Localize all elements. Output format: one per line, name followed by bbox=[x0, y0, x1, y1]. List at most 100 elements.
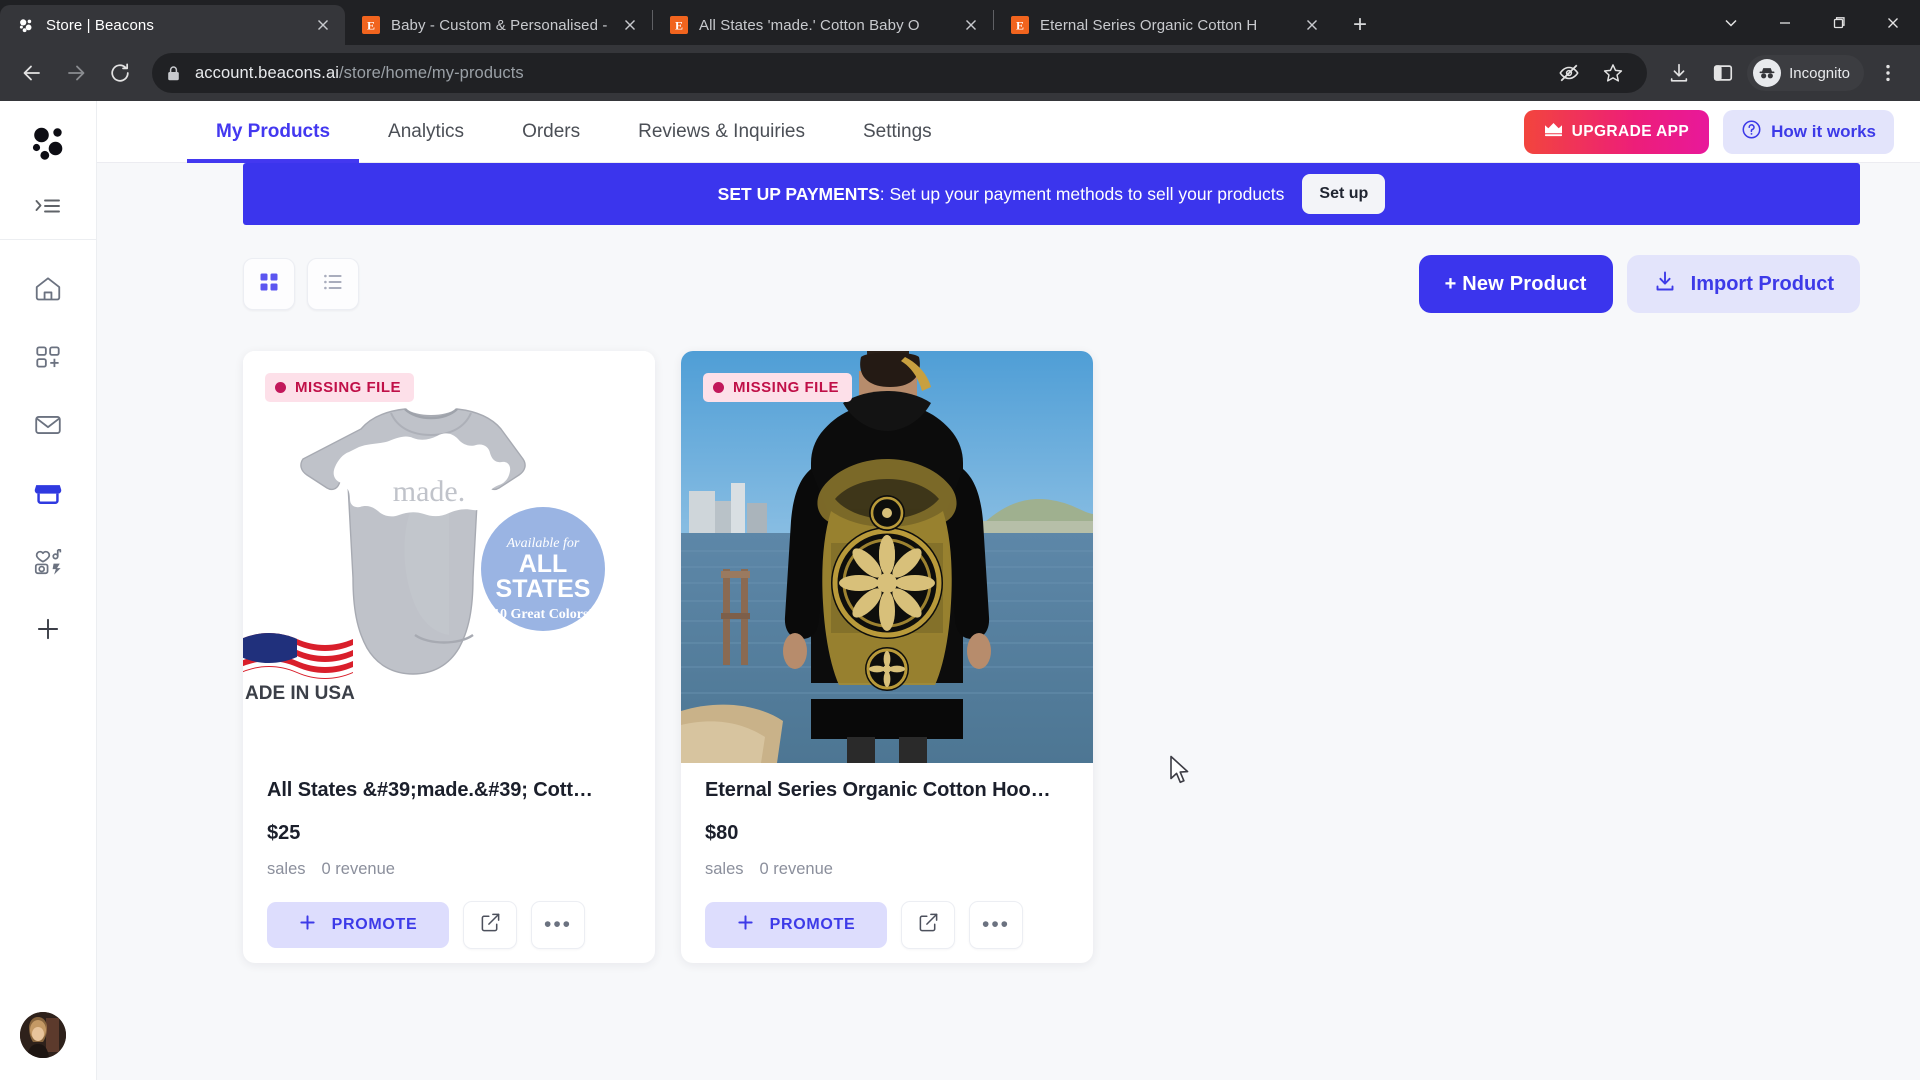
grid-view-button[interactable] bbox=[243, 258, 295, 310]
address-bar[interactable]: account.beacons.ai/store/home/my-product… bbox=[152, 53, 1648, 93]
bookmark-star-icon[interactable] bbox=[1593, 53, 1633, 93]
banner-text: SET UP PAYMENTS: Set up your payment met… bbox=[718, 184, 1285, 205]
product-title: All States &#39;made.&#39; Cott… bbox=[267, 779, 593, 801]
new-product-button[interactable]: + New Product bbox=[1418, 255, 1613, 313]
home-icon bbox=[33, 274, 63, 309]
revenue-label: 0 revenue bbox=[759, 860, 833, 878]
tab-analytics[interactable]: Analytics bbox=[359, 101, 493, 163]
open-product-button[interactable] bbox=[901, 901, 955, 949]
mail-icon bbox=[33, 410, 63, 445]
omnibox-actions bbox=[1549, 53, 1633, 93]
product-card[interactable]: MISSING FILE bbox=[681, 351, 1093, 963]
product-price: $25 bbox=[267, 822, 301, 844]
side-panel-icon[interactable] bbox=[1703, 53, 1743, 93]
product-info: Eternal Series Organic Cotton Hoo… $80 s… bbox=[681, 763, 1093, 879]
sidebar-item-media-kit[interactable] bbox=[25, 540, 71, 586]
profile-incognito-button[interactable]: Incognito bbox=[1747, 55, 1864, 91]
close-icon[interactable] bbox=[1300, 13, 1324, 37]
browser-tab-2[interactable]: E Baby - Custom & Personalised - bbox=[345, 5, 652, 45]
maximize-icon[interactable] bbox=[1812, 0, 1866, 45]
banner-title: SET UP PAYMENTS bbox=[717, 183, 880, 204]
lock-icon bbox=[166, 65, 181, 82]
how-it-works-button[interactable]: How it works bbox=[1723, 109, 1894, 154]
url-domain: account.beacons.ai bbox=[195, 63, 339, 82]
status-badge-label: MISSING FILE bbox=[295, 379, 402, 396]
sidebar-item-blocks[interactable] bbox=[25, 336, 71, 382]
profile-label: Incognito bbox=[1789, 64, 1850, 82]
product-stats: sales 0 revenue bbox=[267, 860, 631, 879]
import-product-button[interactable]: Import Product bbox=[1626, 255, 1860, 313]
upgrade-app-button[interactable]: UPGRADE APP bbox=[1523, 109, 1710, 154]
forward-arrow-icon[interactable] bbox=[56, 53, 96, 93]
product-image[interactable]: MISSING FILE bbox=[243, 351, 655, 763]
set-up-button[interactable]: Set up bbox=[1302, 174, 1386, 214]
open-product-button[interactable] bbox=[463, 901, 517, 949]
nav-tabs: My Products Analytics Orders Reviews & I… bbox=[187, 101, 961, 163]
media-kit-icon bbox=[33, 546, 63, 581]
product-card[interactable]: MISSING FILE bbox=[243, 351, 655, 963]
window-controls bbox=[1704, 0, 1920, 45]
products-toolbar: + New Product Import Product bbox=[243, 255, 1860, 313]
product-image[interactable]: MISSING FILE bbox=[681, 351, 1093, 763]
chrome-menu-icon[interactable] bbox=[1868, 53, 1908, 93]
hoodie-product-photo bbox=[681, 351, 1093, 763]
url-text: account.beacons.ai/store/home/my-product… bbox=[195, 64, 524, 83]
incognito-icon bbox=[1753, 59, 1782, 87]
tracking-protection-icon[interactable] bbox=[1549, 53, 1589, 93]
downloads-icon[interactable] bbox=[1659, 53, 1699, 93]
plus-icon bbox=[299, 914, 316, 936]
product-info: All States &#39;made.&#39; Cott… $25 sal… bbox=[243, 763, 655, 879]
plus-icon bbox=[33, 614, 63, 649]
close-window-icon[interactable] bbox=[1866, 0, 1920, 45]
more-options-button[interactable]: ••• bbox=[531, 901, 585, 949]
new-tab-button[interactable]: + bbox=[1340, 5, 1380, 45]
more-options-button[interactable]: ••• bbox=[969, 901, 1023, 949]
revenue-label: 0 revenue bbox=[321, 860, 395, 878]
status-dot-icon bbox=[713, 382, 724, 393]
more-options-icon: ••• bbox=[543, 913, 573, 936]
close-icon[interactable] bbox=[311, 13, 335, 37]
etsy-icon: E bbox=[1010, 15, 1030, 35]
browser-tab-4[interactable]: E Eternal Series Organic Cotton H bbox=[994, 5, 1334, 45]
tab-reviews-inquiries[interactable]: Reviews & Inquiries bbox=[609, 101, 834, 163]
upgrade-app-label: UPGRADE APP bbox=[1571, 122, 1690, 140]
status-badge: MISSING FILE bbox=[703, 373, 853, 402]
promote-label: PROMOTE bbox=[331, 916, 418, 933]
reload-icon[interactable] bbox=[100, 53, 140, 93]
tab-search-chevron-icon[interactable] bbox=[1704, 0, 1758, 45]
tab-my-products[interactable]: My Products bbox=[187, 101, 360, 163]
product-grid: MISSING FILE made. Available for ALL STA… bbox=[243, 351, 1860, 963]
minimize-icon[interactable] bbox=[1758, 0, 1812, 45]
svg-text:ADE IN USA: ADE IN USA bbox=[245, 683, 355, 704]
browser-tab-3[interactable]: E All States 'made.' Cotton Baby O bbox=[653, 5, 993, 45]
tab-settings[interactable]: Settings bbox=[834, 101, 961, 163]
list-view-icon bbox=[323, 272, 343, 297]
setup-payments-banner: SET UP PAYMENTS: Set up your payment met… bbox=[243, 163, 1860, 225]
tab-orders[interactable]: Orders bbox=[493, 101, 609, 163]
close-icon[interactable] bbox=[959, 13, 983, 37]
grid-view-icon bbox=[259, 272, 279, 297]
svg-text:E: E bbox=[675, 19, 683, 33]
sidebar-item-home[interactable] bbox=[25, 268, 71, 314]
tab-title: Baby - Custom & Personalised - bbox=[391, 16, 608, 34]
promote-button[interactable]: PROMOTE bbox=[705, 902, 887, 948]
sidebar-item-store[interactable] bbox=[25, 472, 71, 518]
browser-tab-1[interactable]: Store | Beacons bbox=[0, 5, 345, 45]
product-stats: sales 0 revenue bbox=[705, 860, 1069, 879]
promote-button[interactable]: PROMOTE bbox=[267, 902, 449, 948]
tab-title: Eternal Series Organic Cotton H bbox=[1040, 16, 1258, 34]
list-view-button[interactable] bbox=[307, 258, 359, 310]
etsy-icon: E bbox=[361, 15, 381, 35]
avatar[interactable] bbox=[20, 1012, 66, 1058]
close-icon[interactable] bbox=[618, 13, 642, 37]
store-icon bbox=[33, 478, 63, 513]
status-badge-label: MISSING FILE bbox=[733, 379, 840, 396]
expand-sidebar-icon[interactable] bbox=[25, 187, 71, 225]
question-circle-icon bbox=[1741, 119, 1762, 145]
plus-icon bbox=[737, 914, 754, 936]
back-arrow-icon[interactable] bbox=[12, 53, 52, 93]
sidebar-item-email[interactable] bbox=[25, 404, 71, 450]
beacons-logo-icon[interactable] bbox=[25, 119, 71, 165]
banner-message: : Set up your payment methods to sell yo… bbox=[879, 183, 1285, 204]
sidebar-item-add[interactable] bbox=[25, 608, 71, 654]
